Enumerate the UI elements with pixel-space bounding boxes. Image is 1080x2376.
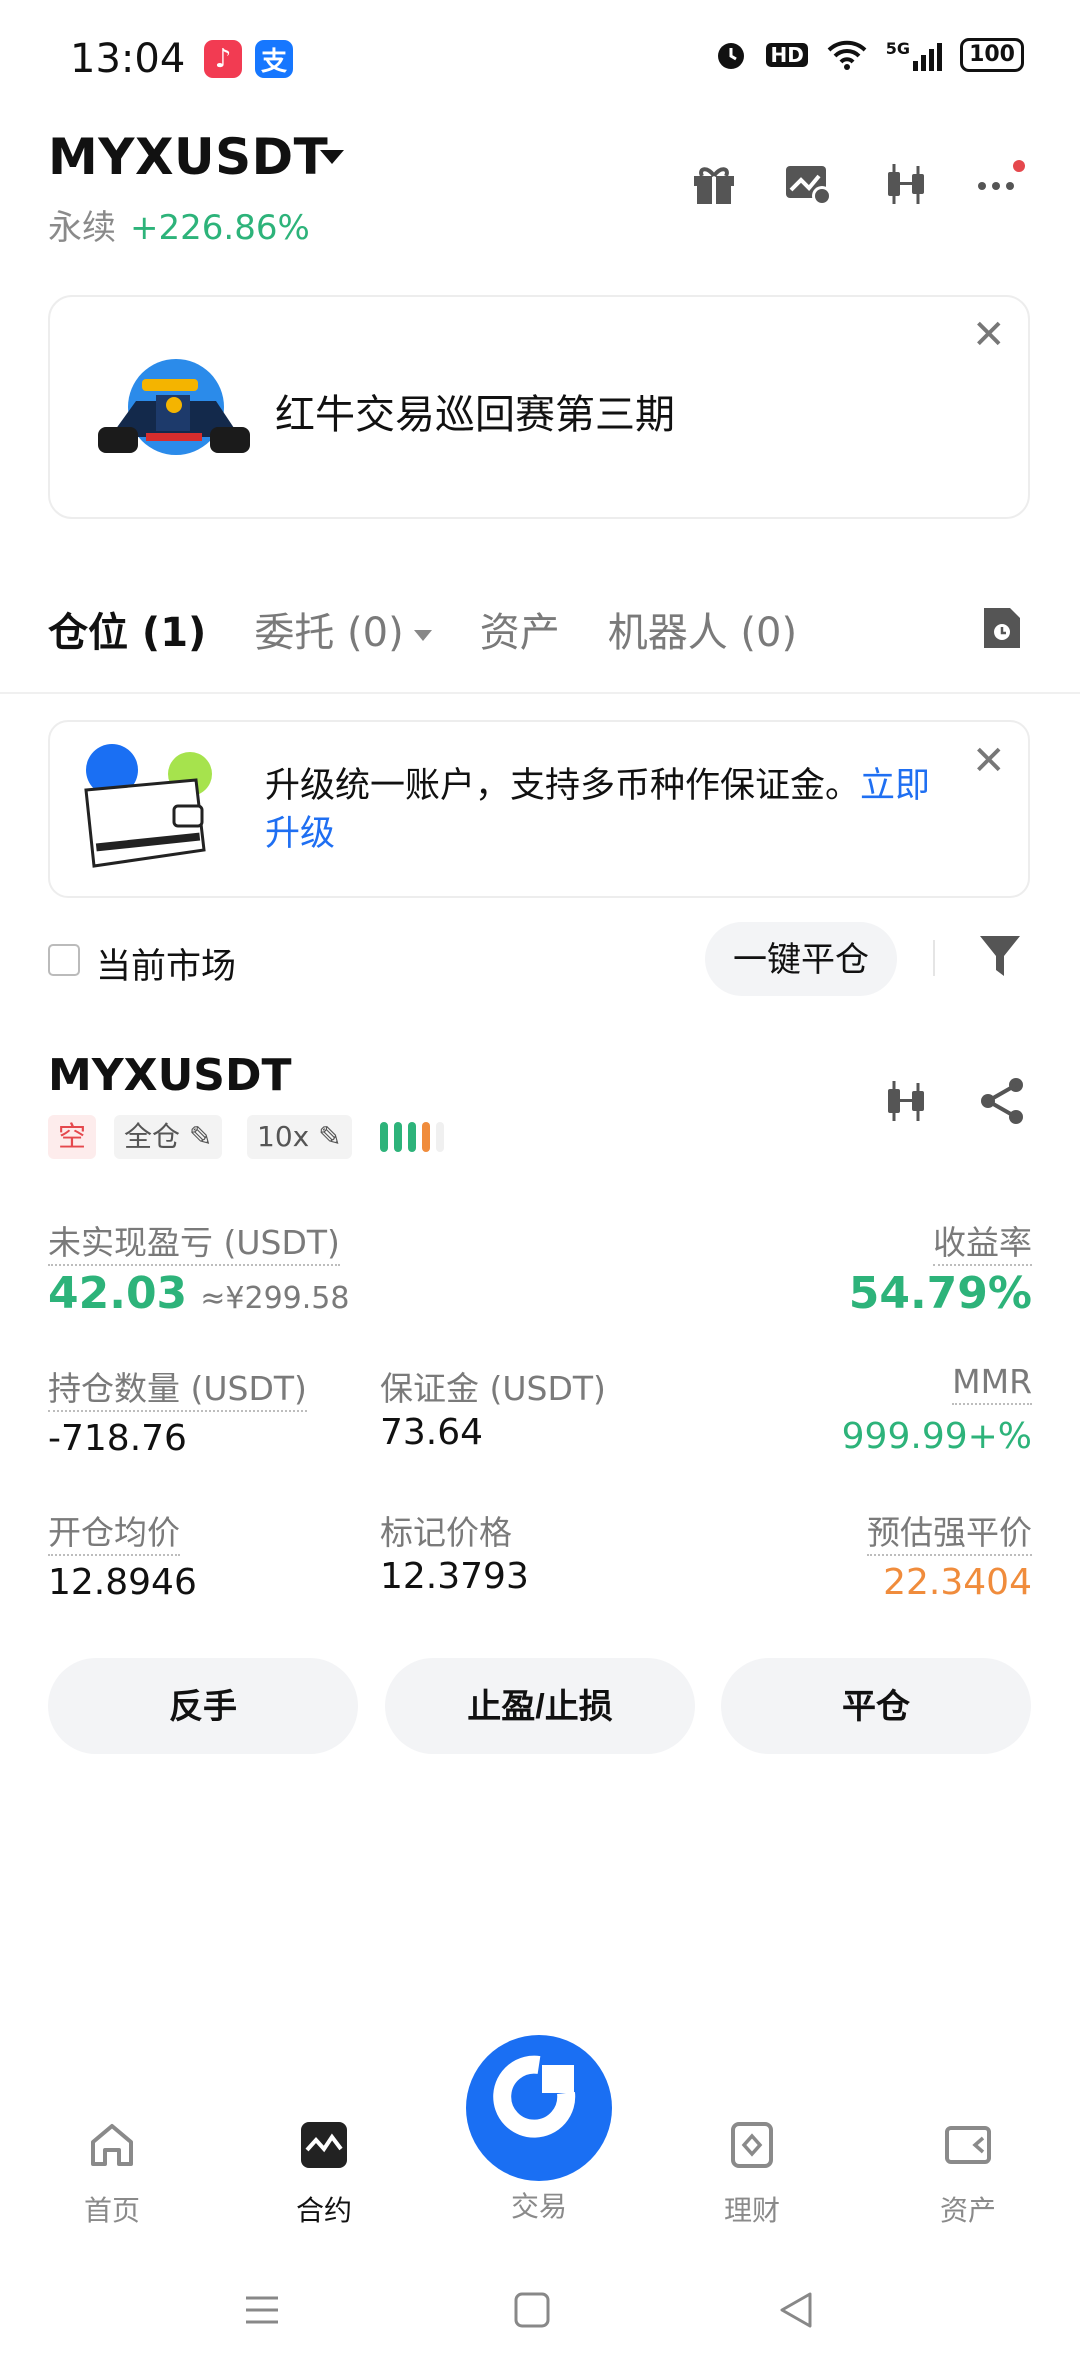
close-position-button[interactable]: 平仓 — [721, 1658, 1031, 1754]
roe-label-text: 收益率 — [933, 1223, 1032, 1266]
candlestick-icon[interactable] — [880, 158, 932, 210]
status-time: 13:04 — [70, 36, 186, 82]
nav-earn-label: 理财 — [723, 2194, 780, 2227]
share-icon[interactable] — [976, 1075, 1028, 1127]
music-app-icon: ♪ — [204, 40, 242, 78]
earn-icon — [731, 2122, 773, 2168]
alarm-icon — [718, 43, 745, 69]
nav-home-label: 首页 — [83, 2194, 140, 2227]
home-square-icon[interactable] — [512, 2290, 552, 2330]
position-size-label-text: 持仓数量 (USDT) — [48, 1369, 307, 1412]
filter-separator — [933, 940, 935, 976]
position-symbol[interactable]: MYXUSDT — [48, 1050, 292, 1101]
alipay-app-icon: 支 — [255, 40, 293, 78]
trade-fab-button[interactable] — [466, 2035, 612, 2181]
tab-orders[interactable]: 委托 (0) — [254, 600, 432, 658]
history-icon[interactable] — [978, 604, 1026, 652]
position-tabs: 仓位 (1) 委托 (0) 资产 机器人 (0) — [48, 600, 797, 658]
liq-price-value: 22.3404 — [883, 1562, 1032, 1603]
banner-close-icon[interactable]: ✕ — [972, 312, 1006, 358]
back-icon[interactable] — [776, 2290, 816, 2330]
upgrade-message: 升级统一账户，支持多币种作保证金。 — [265, 766, 861, 806]
edit-icon: ✎ — [188, 1120, 213, 1153]
close-all-button[interactable]: 一键平仓 — [705, 922, 897, 996]
mmr-value: 999.99+% — [841, 1416, 1032, 1457]
upgrade-text: 升级统一账户，支持多币种作保证金。立即升级 — [265, 762, 965, 858]
wifi-icon — [827, 40, 867, 70]
leverage-badge[interactable]: 10x ✎ — [247, 1115, 352, 1159]
pair-title[interactable]: MYXUSDT — [48, 128, 328, 186]
unrealized-pnl-value: 42.03 — [48, 1268, 188, 1319]
battery-indicator: 100 — [960, 38, 1024, 72]
more-icon[interactable] — [974, 158, 1026, 210]
margin-value: 73.64 — [380, 1412, 484, 1453]
nav-assets[interactable]: 资产 — [898, 2120, 1038, 2229]
tabs-divider — [0, 692, 1080, 694]
tab-assets[interactable]: 资产 — [480, 600, 560, 658]
side-badge: 空 — [48, 1115, 97, 1159]
gift-icon[interactable] — [688, 158, 740, 210]
risk-level-bars — [380, 1122, 444, 1152]
entry-price-label[interactable]: 开仓均价 — [48, 1506, 180, 1556]
banner-title: 红牛交易巡回赛第三期 — [275, 392, 675, 438]
tab-positions[interactable]: 仓位 (1) — [48, 600, 206, 658]
hd-icon: HD — [766, 43, 808, 67]
unrealized-pnl-label[interactable]: 未实现盈亏 (USDT) — [48, 1216, 340, 1266]
entry-price-label-text: 开仓均价 — [48, 1513, 180, 1556]
upgrade-close-icon[interactable]: ✕ — [972, 738, 1006, 784]
nav-contract[interactable]: 合约 — [254, 2120, 394, 2229]
chevron-down-icon — [413, 629, 432, 641]
mark-price-value: 12.3793 — [380, 1556, 529, 1597]
filter-icon[interactable] — [978, 932, 1022, 980]
nav-trade[interactable]: 交易 — [466, 2185, 612, 2225]
race-car-image — [98, 359, 250, 455]
roe-label[interactable]: 收益率 — [933, 1216, 1032, 1266]
reverse-button[interactable]: 反手 — [48, 1658, 358, 1754]
leverage-label: 10x — [257, 1120, 310, 1153]
mmr-label[interactable]: MMR — [952, 1362, 1032, 1405]
unrealized-pnl-label-text: 未实现盈亏 (USDT) — [48, 1223, 340, 1266]
unrealized-pnl-cny: ≈¥299.58 — [200, 1281, 350, 1316]
nav-home[interactable]: 首页 — [42, 2120, 182, 2229]
margin-mode-badge[interactable]: 全仓 ✎ — [114, 1115, 223, 1159]
signal-icon: 5G — [886, 39, 943, 71]
edit-icon: ✎ — [318, 1120, 342, 1153]
entry-price-value: 12.8946 — [48, 1562, 197, 1603]
mmr-label-text: MMR — [952, 1362, 1032, 1405]
position-size-value: -718.76 — [48, 1418, 187, 1459]
nav-assets-label: 资产 — [939, 2194, 996, 2227]
nav-earn[interactable]: 理财 — [682, 2120, 822, 2229]
mark-price-label: 标记价格 — [380, 1513, 512, 1552]
tab-orders-label: 委托 (0) — [254, 610, 404, 656]
nav-trade-label: 交易 — [510, 2190, 567, 2223]
tab-bots[interactable]: 机器人 (0) — [608, 600, 797, 658]
pair-subtitle: 永续 +226.86% — [48, 200, 310, 249]
chart-settings-icon[interactable] — [782, 158, 834, 210]
contract-type: 永续 — [48, 208, 116, 248]
home-icon — [91, 2124, 133, 2166]
trade-logo-icon — [493, 2055, 576, 2138]
liq-price-label-text: 预估强平价 — [867, 1513, 1032, 1556]
margin-label: 保证金 (USDT) — [380, 1369, 606, 1408]
margin-mode-label: 全仓 — [124, 1120, 181, 1153]
price-change: +226.86% — [130, 208, 310, 248]
menu-icon[interactable] — [242, 2290, 282, 2330]
unrealized-pnl: 42.03 ≈¥299.58 — [48, 1268, 349, 1319]
roe-value: 54.79% — [848, 1268, 1032, 1319]
position-size-label[interactable]: 持仓数量 (USDT) — [48, 1362, 307, 1412]
pair-dropdown-icon[interactable] — [320, 150, 344, 164]
wallet-icon — [945, 2126, 991, 2164]
position-chart-icon[interactable] — [880, 1075, 932, 1127]
current-market-checkbox[interactable] — [48, 944, 80, 976]
current-market-label[interactable]: 当前市场 — [96, 938, 236, 989]
contract-icon — [301, 2122, 347, 2168]
nav-contract-label: 合约 — [295, 2194, 352, 2227]
wallet-illustration — [84, 744, 212, 868]
status-icons: HD 5G 100 — [714, 38, 1024, 72]
tpsl-button[interactable]: 止盈/止损 — [385, 1658, 695, 1754]
liq-price-label[interactable]: 预估强平价 — [867, 1506, 1032, 1556]
